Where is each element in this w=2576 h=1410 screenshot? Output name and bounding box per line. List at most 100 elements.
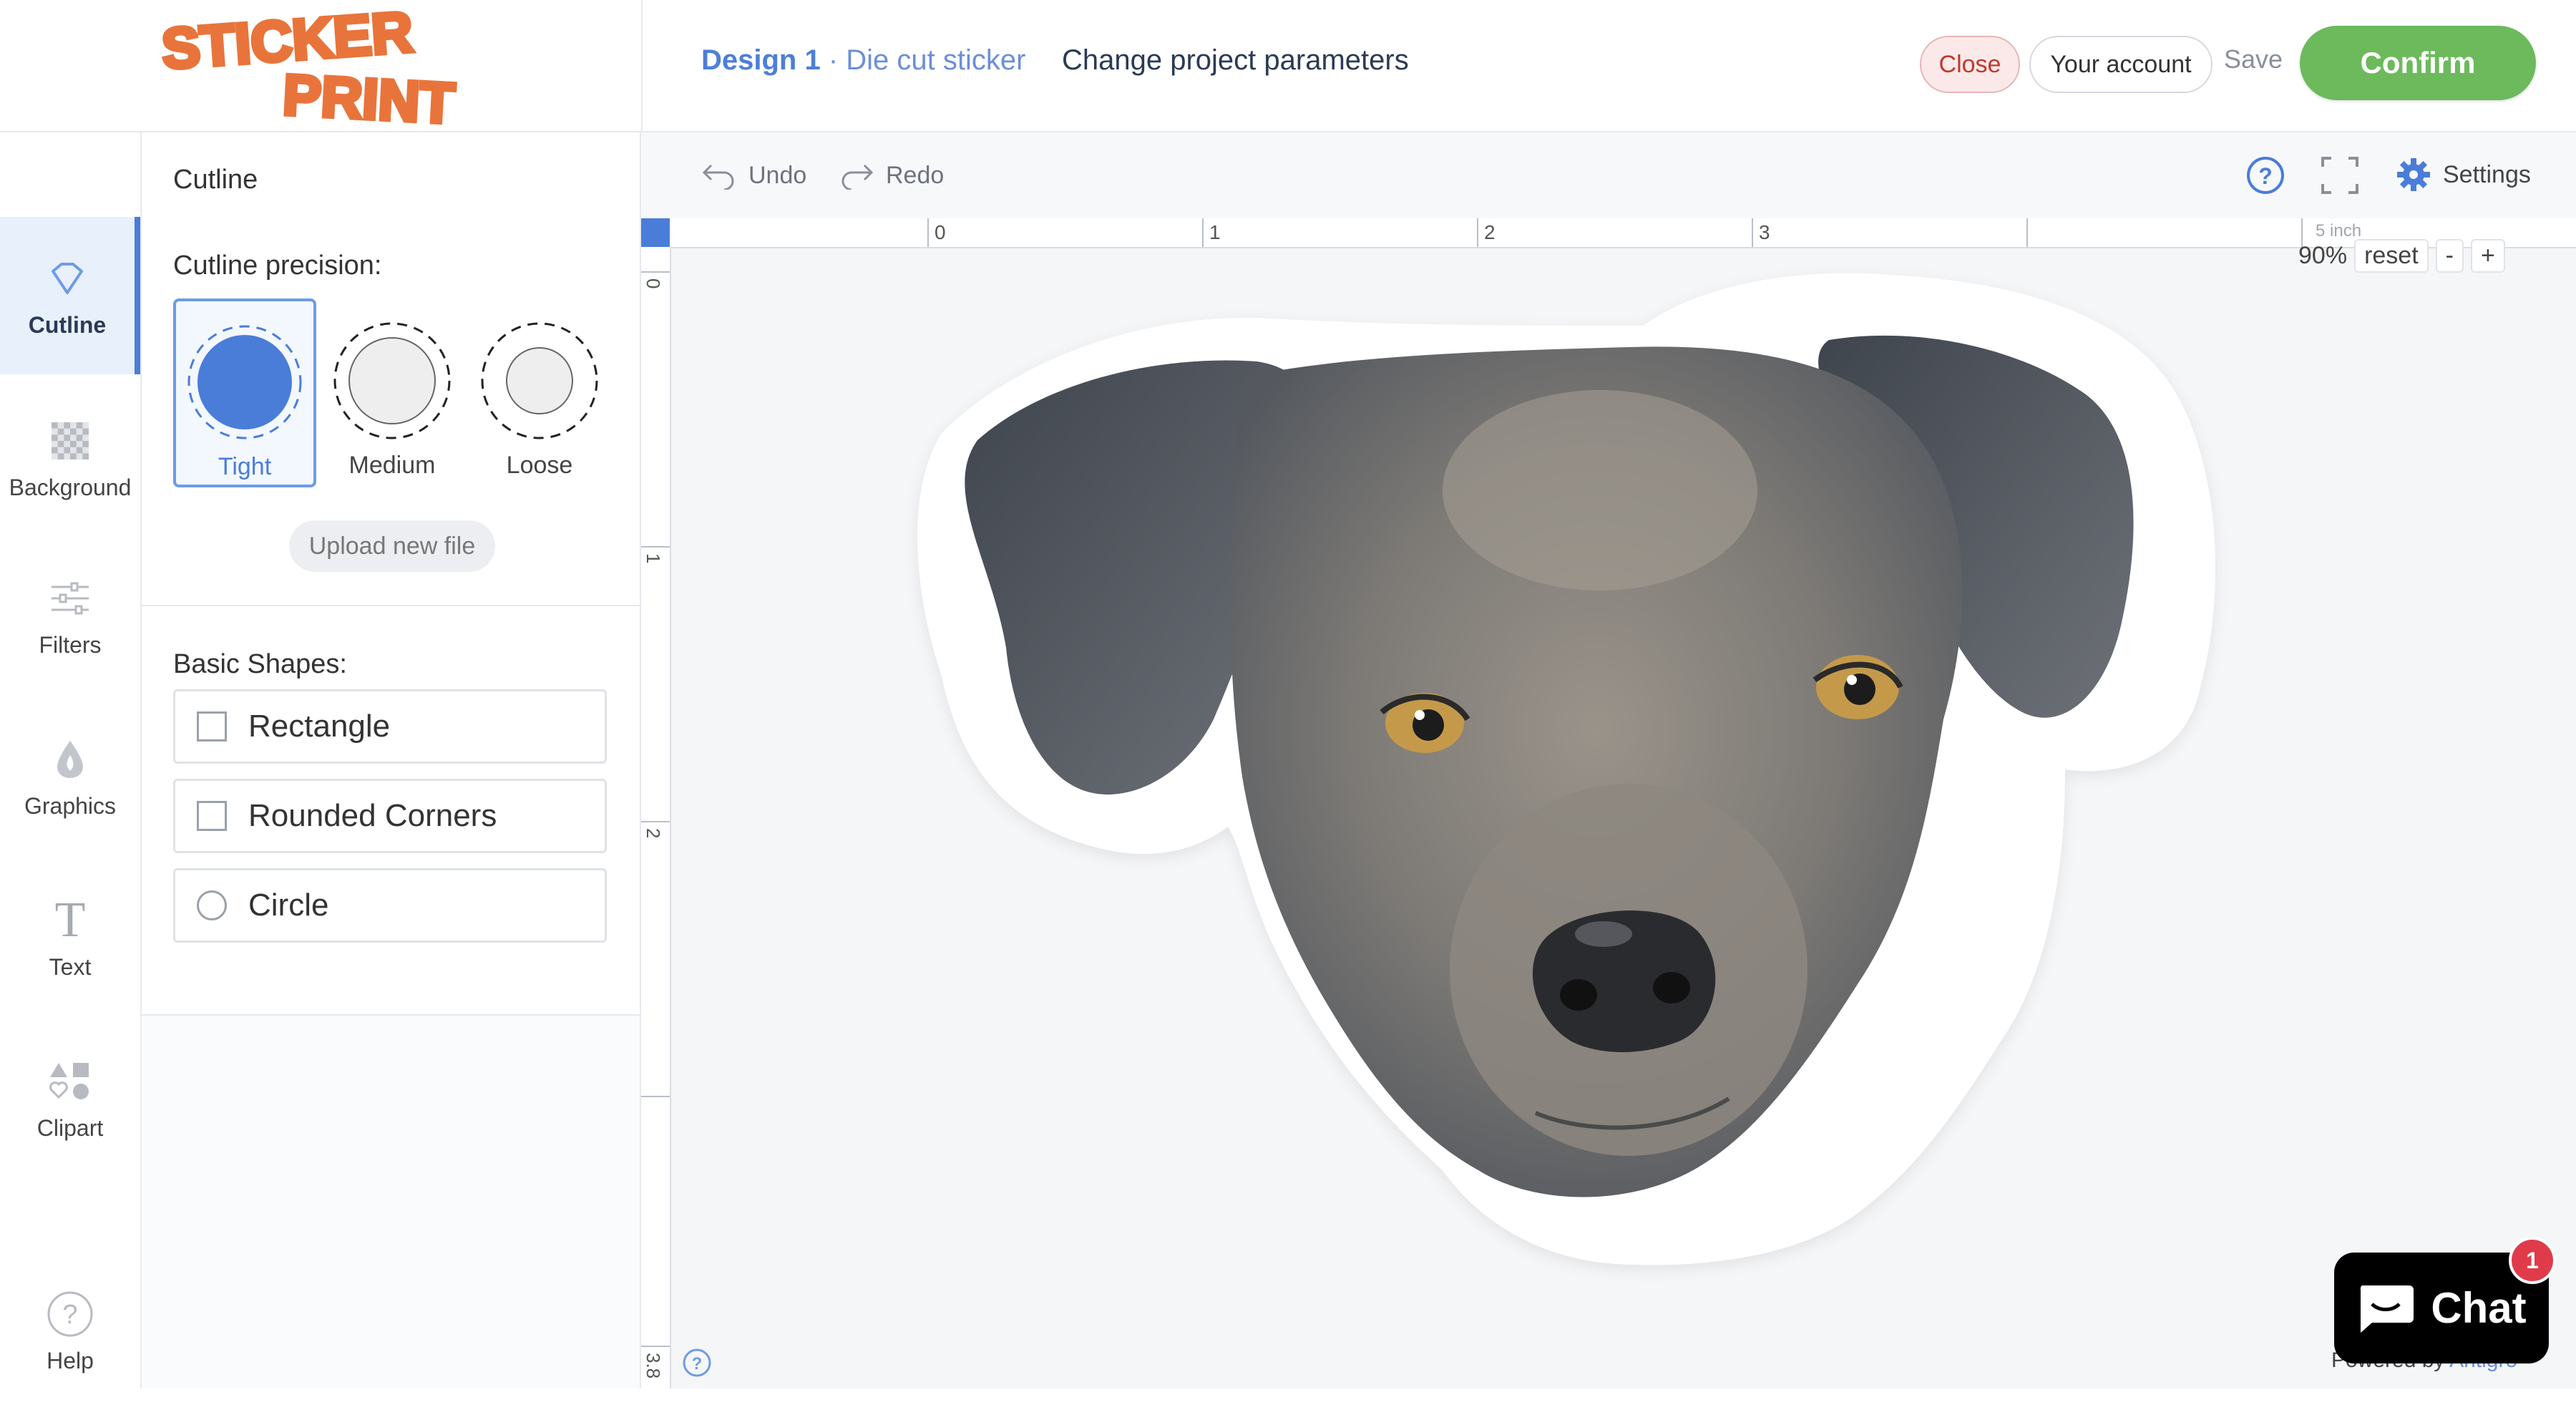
text-icon: T: [54, 892, 86, 948]
rounded-corners-checkbox[interactable]: [197, 801, 227, 831]
cutline-icon: [47, 253, 87, 303]
ruler-tick: [1752, 218, 1753, 247]
header: STICKER PRINT Design 1 · Die cut sticker…: [0, 0, 2576, 132]
panel-title: Cutline: [173, 165, 258, 195]
svg-text:?: ?: [62, 1300, 77, 1330]
nav-label: Background: [9, 474, 132, 500]
left-nav: Cutline Background Filters Graphics T Te…: [0, 132, 142, 1389]
save-button[interactable]: Save: [2224, 44, 2283, 74]
chat-label: Chat: [2431, 1284, 2527, 1332]
ruler-label: 3.8: [643, 1353, 664, 1379]
nav-label: Filters: [39, 631, 102, 658]
help-icon: ?: [47, 1289, 94, 1339]
circle-radio[interactable]: [197, 890, 227, 920]
ruler-label: 1: [1209, 221, 1221, 243]
change-params-link[interactable]: Change project parameters: [1062, 44, 1409, 77]
settings-label: Settings: [2443, 160, 2531, 188]
precision-option-medium[interactable]: Medium: [321, 298, 464, 487]
sliders-icon: [50, 573, 90, 623]
ruler-tick: [641, 1346, 670, 1347]
zoom-in-button[interactable]: +: [2470, 239, 2505, 273]
svg-text:PRINT: PRINT: [281, 63, 456, 126]
nav-label: Graphics: [24, 792, 117, 819]
canvas-help-icon[interactable]: ?: [681, 1347, 713, 1382]
nav-label: Text: [49, 953, 92, 980]
precision-option-loose[interactable]: Loose: [468, 298, 611, 487]
option-label: Loose: [506, 452, 573, 479]
ruler-unit: 5 inch: [2316, 221, 2362, 240]
shapes-icon: [49, 1056, 92, 1107]
nav-label: Cutline: [28, 311, 107, 338]
redo-button[interactable]: Redo: [839, 161, 944, 190]
medium-circle-icon: [333, 322, 451, 439]
precision-option-tight[interactable]: Tight: [173, 298, 316, 487]
close-button[interactable]: Close: [1920, 36, 2020, 93]
zoom-out-button[interactable]: -: [2435, 239, 2464, 273]
zoom-level: 90%: [2298, 242, 2348, 269]
gear-icon: [2397, 158, 2430, 191]
zoom-controls: 90% reset - +: [2298, 239, 2505, 273]
help-circle-icon[interactable]: ?: [2245, 155, 2285, 199]
sticker-preview[interactable]: [641, 218, 2576, 1389]
svg-text:?: ?: [2258, 163, 2273, 189]
ruler-label: 0: [935, 221, 946, 243]
ruler-horizontal: 0 1 2 3 5 inch: [655, 218, 2576, 248]
shape-label-circle: Circle: [248, 888, 329, 923]
ruler-vertical: 0 1 2 3.8: [641, 247, 671, 1389]
undo-icon: [702, 164, 734, 190]
ruler-tick: [2026, 218, 2028, 247]
nav-item-graphics[interactable]: Graphics: [0, 698, 140, 855]
nav-item-filters[interactable]: Filters: [0, 537, 140, 694]
upload-new-file-button[interactable]: Upload new file: [289, 520, 495, 572]
ruler-label: 0: [643, 278, 664, 289]
shape-circle-row[interactable]: Circle: [173, 868, 607, 943]
nav-item-background[interactable]: Background: [0, 379, 140, 537]
cutline-section: Cutline Cutline precision: Tight Medium …: [142, 132, 640, 606]
product-name: Die cut sticker: [846, 44, 1026, 76]
ruler-label: 2: [1484, 221, 1496, 243]
design-title[interactable]: Design 1 · Die cut sticker: [701, 44, 1025, 77]
option-label: Medium: [348, 452, 436, 479]
ruler-tick: [1202, 218, 1204, 247]
redo-icon: [841, 164, 874, 190]
ruler-tick: [641, 271, 670, 273]
nav-label: Clipart: [36, 1114, 104, 1141]
ruler-tick: [641, 1096, 670, 1097]
ruler-label: 2: [643, 828, 664, 839]
editor-toolbar: Undo Redo ? Settings: [641, 132, 2576, 218]
shape-label-rectangle: Rectangle: [248, 709, 391, 744]
ruler-tick: [927, 218, 929, 247]
ruler-label: 1: [643, 553, 664, 564]
nav-item-help[interactable]: ? Help: [0, 1253, 140, 1410]
ruler-corner[interactable]: [641, 218, 670, 247]
basic-shapes-label: Basic Shapes:: [173, 649, 347, 679]
shape-rectangle-row[interactable]: Rectangle: [173, 689, 607, 764]
nav-item-cutline[interactable]: Cutline: [0, 217, 140, 374]
redo-label: Redo: [886, 161, 945, 189]
precision-label: Cutline precision:: [173, 251, 382, 281]
ruler-label: 3: [1759, 221, 1770, 243]
fullscreen-icon[interactable]: [2321, 157, 2358, 198]
undo-button[interactable]: Undo: [701, 161, 806, 190]
tight-circle-icon: [187, 325, 302, 439]
drop-icon: [54, 734, 86, 784]
shape-label-rounded: Rounded Corners: [248, 798, 497, 833]
settings-button[interactable]: Settings: [2396, 157, 2531, 193]
logo-area: STICKER PRINT: [0, 0, 643, 131]
ruler-tick: [641, 546, 670, 548]
shape-rounded-corners-row[interactable]: Rounded Corners: [173, 779, 607, 853]
nav-label: Help: [47, 1347, 94, 1373]
undo-label: Undo: [748, 161, 807, 189]
design-canvas[interactable]: [641, 218, 2576, 1389]
chat-bubble-icon: [2361, 1285, 2414, 1333]
confirm-button[interactable]: Confirm: [2300, 26, 2536, 100]
checker-icon: [52, 416, 89, 466]
account-button[interactable]: Your account: [2029, 36, 2212, 93]
nav-item-clipart[interactable]: Clipart: [0, 1020, 140, 1177]
loose-circle-icon: [481, 322, 598, 439]
option-label: Tight: [218, 453, 272, 480]
rectangle-checkbox[interactable]: [197, 711, 227, 742]
nav-item-text[interactable]: T Text: [0, 859, 140, 1016]
zoom-reset-button[interactable]: reset: [2354, 239, 2429, 273]
sticker-print-logo[interactable]: STICKER PRINT: [157, 6, 472, 126]
